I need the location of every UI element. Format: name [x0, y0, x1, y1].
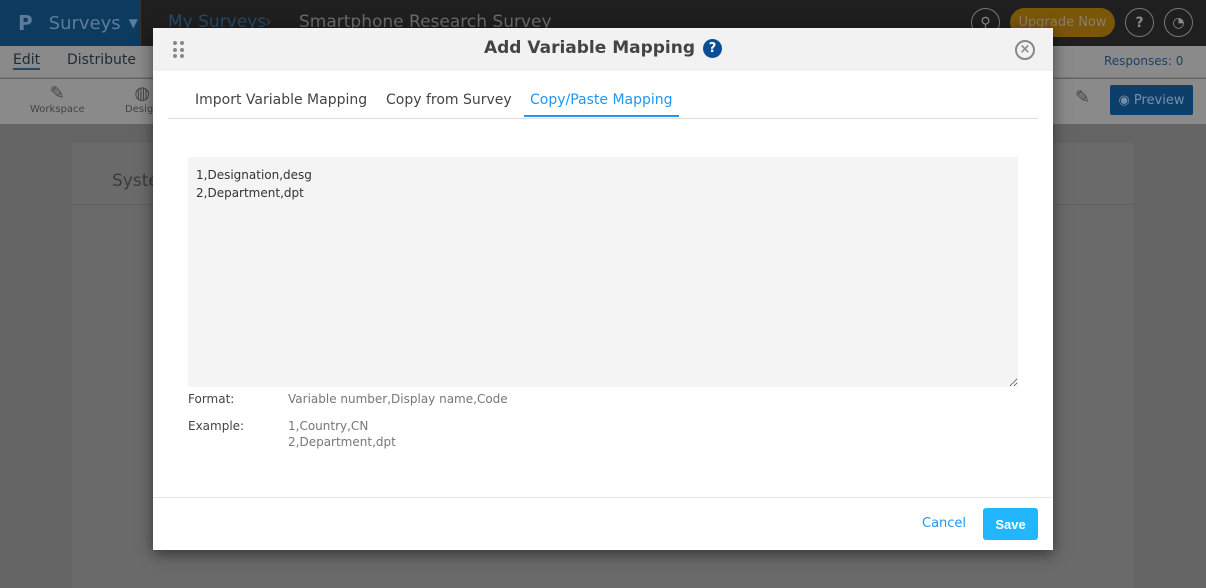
- tab-import-variable-mapping[interactable]: Import Variable Mapping: [195, 92, 367, 116]
- format-value: Variable number,Display name,Code: [288, 392, 508, 406]
- app-switcher[interactable]: P Surveys ▼: [0, 0, 141, 46]
- help-icon[interactable]: ?: [1125, 8, 1154, 37]
- format-label: Format:: [188, 392, 235, 406]
- example-line: 1,Country,CN: [288, 419, 369, 433]
- dialog-tabs: Import Variable Mapping Copy from Survey…: [168, 76, 1038, 119]
- dialog-header: Add Variable Mapping? ×: [153, 28, 1053, 71]
- avatar[interactable]: ◔: [1164, 8, 1193, 37]
- mapping-textarea[interactable]: [188, 157, 1018, 387]
- dialog-footer-divider: [153, 497, 1053, 498]
- app-name: Surveys: [48, 12, 121, 34]
- tab-edit[interactable]: Edit: [13, 52, 41, 70]
- edit-icon[interactable]: ✎: [1075, 87, 1090, 108]
- preview-label: Preview: [1133, 92, 1185, 108]
- workspace-button[interactable]: ✎ Workspace: [30, 83, 85, 115]
- workspace-label: Workspace: [30, 104, 85, 115]
- add-variable-mapping-dialog: Add Variable Mapping? × Import Variable …: [153, 28, 1053, 550]
- cancel-button[interactable]: Cancel: [922, 516, 966, 531]
- workspace-icon: ✎: [49, 83, 65, 104]
- example-label: Example:: [188, 419, 245, 433]
- help-icon[interactable]: ?: [703, 39, 723, 58]
- caret-down-icon: ▼: [128, 16, 138, 30]
- dialog-title: Add Variable Mapping: [483, 38, 696, 58]
- preview-button[interactable]: ◉ Preview: [1110, 85, 1193, 115]
- tab-distribute[interactable]: Distribute: [67, 52, 136, 68]
- close-icon[interactable]: ×: [1015, 40, 1035, 60]
- tab-copy-paste-mapping[interactable]: Copy/Paste Mapping: [524, 92, 679, 117]
- logo-icon: P: [18, 11, 33, 35]
- eye-icon: ◉: [1118, 92, 1130, 108]
- save-button[interactable]: Save: [983, 508, 1038, 540]
- tab-copy-from-survey[interactable]: Copy from Survey: [386, 92, 512, 116]
- responses-count[interactable]: Responses: 0: [1104, 54, 1183, 68]
- example-line: 2,Department,dpt: [288, 435, 396, 449]
